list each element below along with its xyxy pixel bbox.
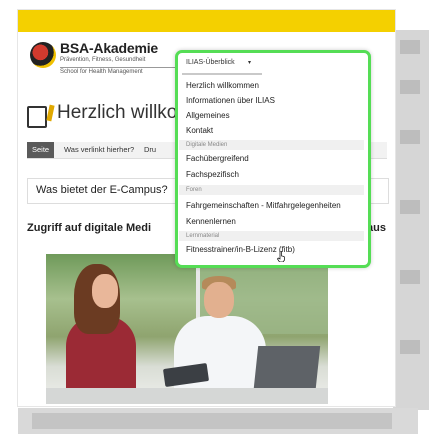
photo-man-face	[204, 282, 234, 318]
logo-divider	[60, 67, 178, 68]
chevron-down-icon: ▾	[248, 60, 252, 66]
students-photo	[46, 254, 328, 404]
top-bar	[18, 10, 395, 32]
tab-drucken[interactable]: Dru	[139, 142, 161, 158]
photo-laptop	[253, 346, 321, 388]
menu-item-herzlich-willkommen[interactable]: Herzlich willkommen	[186, 81, 259, 90]
menu-item-kennenlernen[interactable]: Kennenlernen	[186, 217, 236, 226]
ilias-overview-dropdown: ILIAS-Überblick ▾ Herzlich willkommen In…	[175, 50, 371, 268]
hand-pointer-icon	[277, 251, 285, 262]
page-title: Herzlich willkom	[57, 102, 194, 123]
menu-section-lernmaterial: Lernmaterial	[186, 233, 220, 239]
background-shade-bottom-inner	[32, 413, 392, 429]
background-stripe	[400, 270, 420, 284]
photo-woman-face	[92, 274, 118, 308]
bsa-logo[interactable]: BSA-Akademie Prävention, Fitness, Gesund…	[30, 40, 180, 80]
tab-was-verlinkt-hierher[interactable]: Was verlinkt hierher?	[59, 142, 139, 158]
menu-item-kontakt[interactable]: Kontakt	[186, 126, 213, 135]
menu-section-digitale-medien: Digitale Medien	[186, 142, 228, 148]
background-stripe	[400, 340, 420, 354]
logo-subtitle: School for Health Management	[60, 69, 143, 75]
menu-section-foren: Foren	[186, 187, 202, 193]
e-campus-question: Was bietet der E-Campus?	[36, 184, 168, 196]
menu-item-fachuebergreifend[interactable]: Fachübergreifend	[186, 154, 249, 163]
menu-item-fachspezifisch[interactable]: Fachspezifisch	[186, 170, 239, 179]
menu-item-allgemeines[interactable]: Allgemeines	[186, 111, 230, 120]
globe-logo-icon	[30, 42, 56, 68]
logo-name: BSA-Akademie	[60, 40, 158, 56]
document-pencil-icon	[27, 106, 47, 128]
trigger-label: ILIAS-Überblick	[186, 59, 235, 66]
background-stripe	[400, 200, 420, 214]
access-heading: Zugriff auf digitale Medi	[27, 222, 152, 234]
menu-section-bg	[179, 185, 364, 195]
background-stripe	[400, 40, 420, 54]
menu-item-fahrgemeinschaften[interactable]: Fahrgemeinschaften - Mitfahrgelegenheite…	[186, 201, 341, 210]
tab-seite[interactable]: Seite	[27, 142, 55, 158]
ilias-overview-trigger[interactable]: ILIAS-Überblick ▾	[182, 55, 262, 75]
background-stripe	[400, 80, 420, 94]
logo-tagline: Prävention, Fitness, Gesundheit	[60, 57, 146, 63]
background-stripe	[400, 130, 420, 144]
menu-item-informationen-ilias[interactable]: Informationen über ILIAS	[186, 96, 275, 105]
screenshot-frame: BSA-Akademie Prävention, Fitness, Gesund…	[0, 0, 429, 444]
photo-desk	[46, 388, 328, 404]
